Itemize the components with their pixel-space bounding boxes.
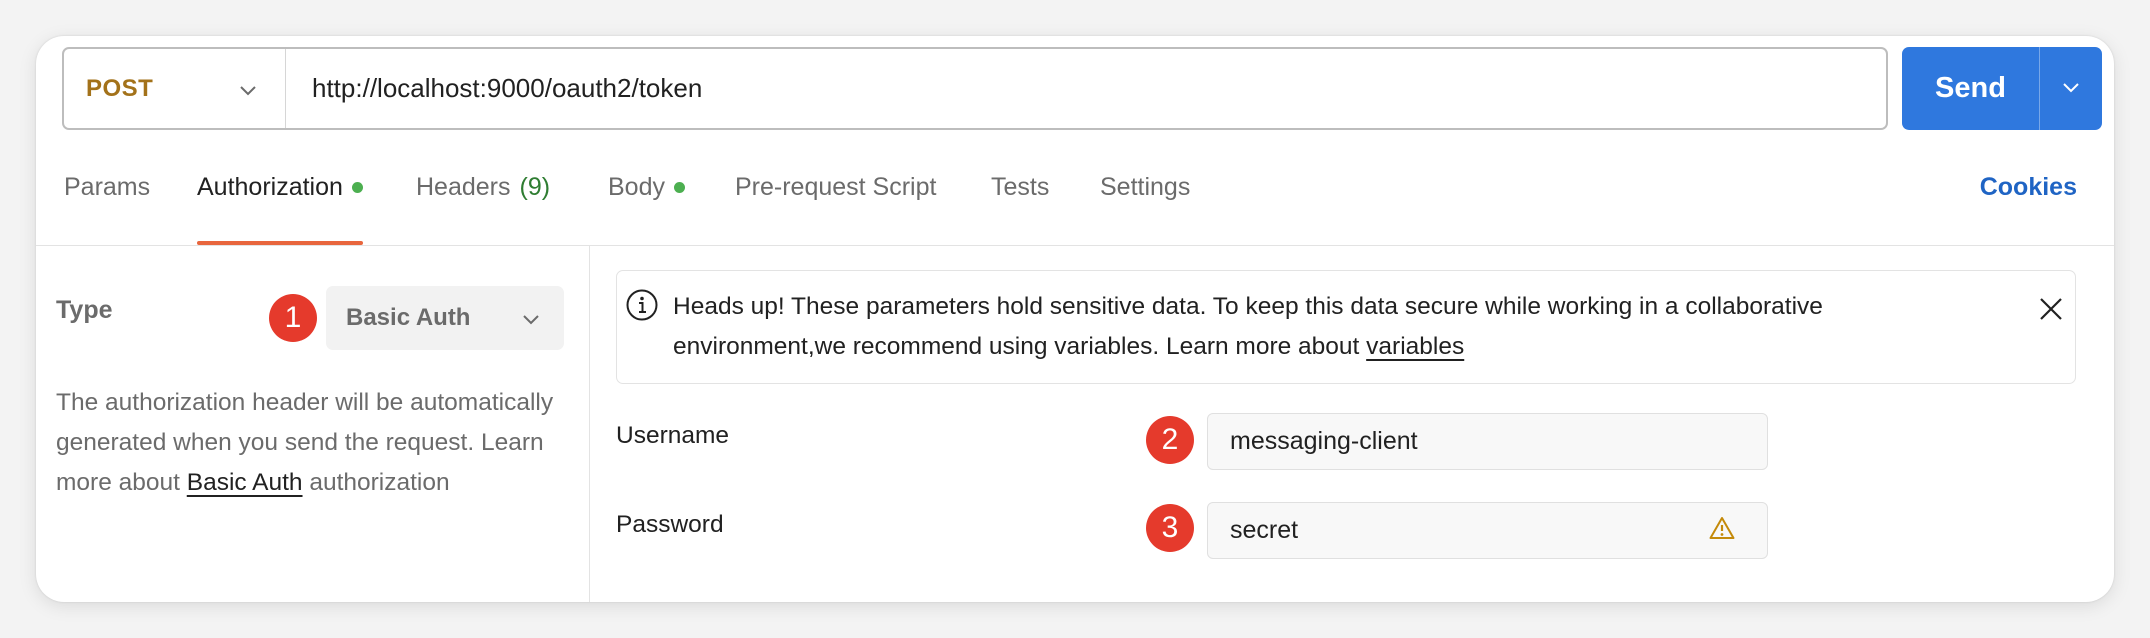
modified-dot-icon <box>673 182 685 193</box>
tab-pre-request-script[interactable]: Pre-request Script <box>735 130 936 245</box>
step-badge-1: 1 <box>269 294 317 342</box>
auth-description: The authorization header will be automat… <box>56 383 576 503</box>
notice-message: Heads up! These parameters hold sensitiv… <box>673 293 1823 360</box>
tab-label: Pre-request Script <box>735 173 937 201</box>
password-input[interactable] <box>1230 516 1709 545</box>
auth-type-label: Type <box>56 296 113 324</box>
sensitive-data-notice: Heads up! These parameters hold sensitiv… <box>616 270 2076 384</box>
url-input[interactable] <box>286 49 1886 128</box>
step-badge-2: 2 <box>1146 416 1194 464</box>
cookies-link[interactable]: Cookies <box>1980 130 2077 245</box>
tab-body[interactable]: Body <box>608 130 685 245</box>
method-label: POST <box>86 74 154 102</box>
tab-settings[interactable]: Settings <box>1100 130 1190 245</box>
send-options-button[interactable] <box>2039 47 2102 130</box>
tab-label: Body <box>608 173 665 201</box>
tab-label: Authorization <box>197 173 343 201</box>
tab-label: Params <box>64 173 151 201</box>
send-button[interactable]: Send <box>1902 47 2039 130</box>
notice-text: Heads up! These parameters hold sensitiv… <box>673 287 1973 367</box>
tab-label: Settings <box>1100 173 1191 201</box>
method-select[interactable]: POST <box>64 49 286 128</box>
tab-headers[interactable]: Headers (9) <box>416 130 550 245</box>
warning-icon <box>1709 516 1735 545</box>
variables-link[interactable]: variables <box>1366 333 1464 360</box>
tab-label: Headers <box>416 173 511 201</box>
username-input[interactable] <box>1230 427 1767 456</box>
auth-description-tail: authorization <box>302 469 450 496</box>
close-icon[interactable] <box>2039 297 2063 326</box>
username-label: Username <box>616 422 730 449</box>
auth-type-panel: Type 1 Basic Auth The authorization head… <box>36 246 590 602</box>
chevron-down-icon <box>239 75 257 103</box>
basic-auth-link[interactable]: Basic Auth <box>187 469 303 496</box>
chevron-down-icon <box>2062 80 2080 98</box>
chevron-down-icon <box>522 304 540 332</box>
info-icon <box>625 288 659 327</box>
send-button-group: Send <box>1902 47 2102 130</box>
username-field[interactable] <box>1207 413 1768 470</box>
password-field[interactable] <box>1207 502 1768 559</box>
tab-authorization[interactable]: Authorization <box>197 130 363 245</box>
request-window: POST Send Params Authorization Headers (… <box>36 36 2114 602</box>
modified-dot-icon <box>351 182 363 193</box>
tab-label: Tests <box>991 173 1050 201</box>
url-bar: POST <box>62 47 1888 130</box>
tab-params[interactable]: Params <box>64 130 150 245</box>
step-badge-3: 3 <box>1146 504 1194 552</box>
active-tab-indicator <box>197 241 363 245</box>
request-tabs: Params Authorization Headers (9) Body Pr… <box>36 130 2114 246</box>
tab-tests[interactable]: Tests <box>991 130 1049 245</box>
headers-count: (9) <box>519 173 551 201</box>
auth-type-select[interactable]: Basic Auth <box>326 286 564 350</box>
auth-type-value: Basic Auth <box>346 304 471 331</box>
password-label: Password <box>616 511 724 538</box>
